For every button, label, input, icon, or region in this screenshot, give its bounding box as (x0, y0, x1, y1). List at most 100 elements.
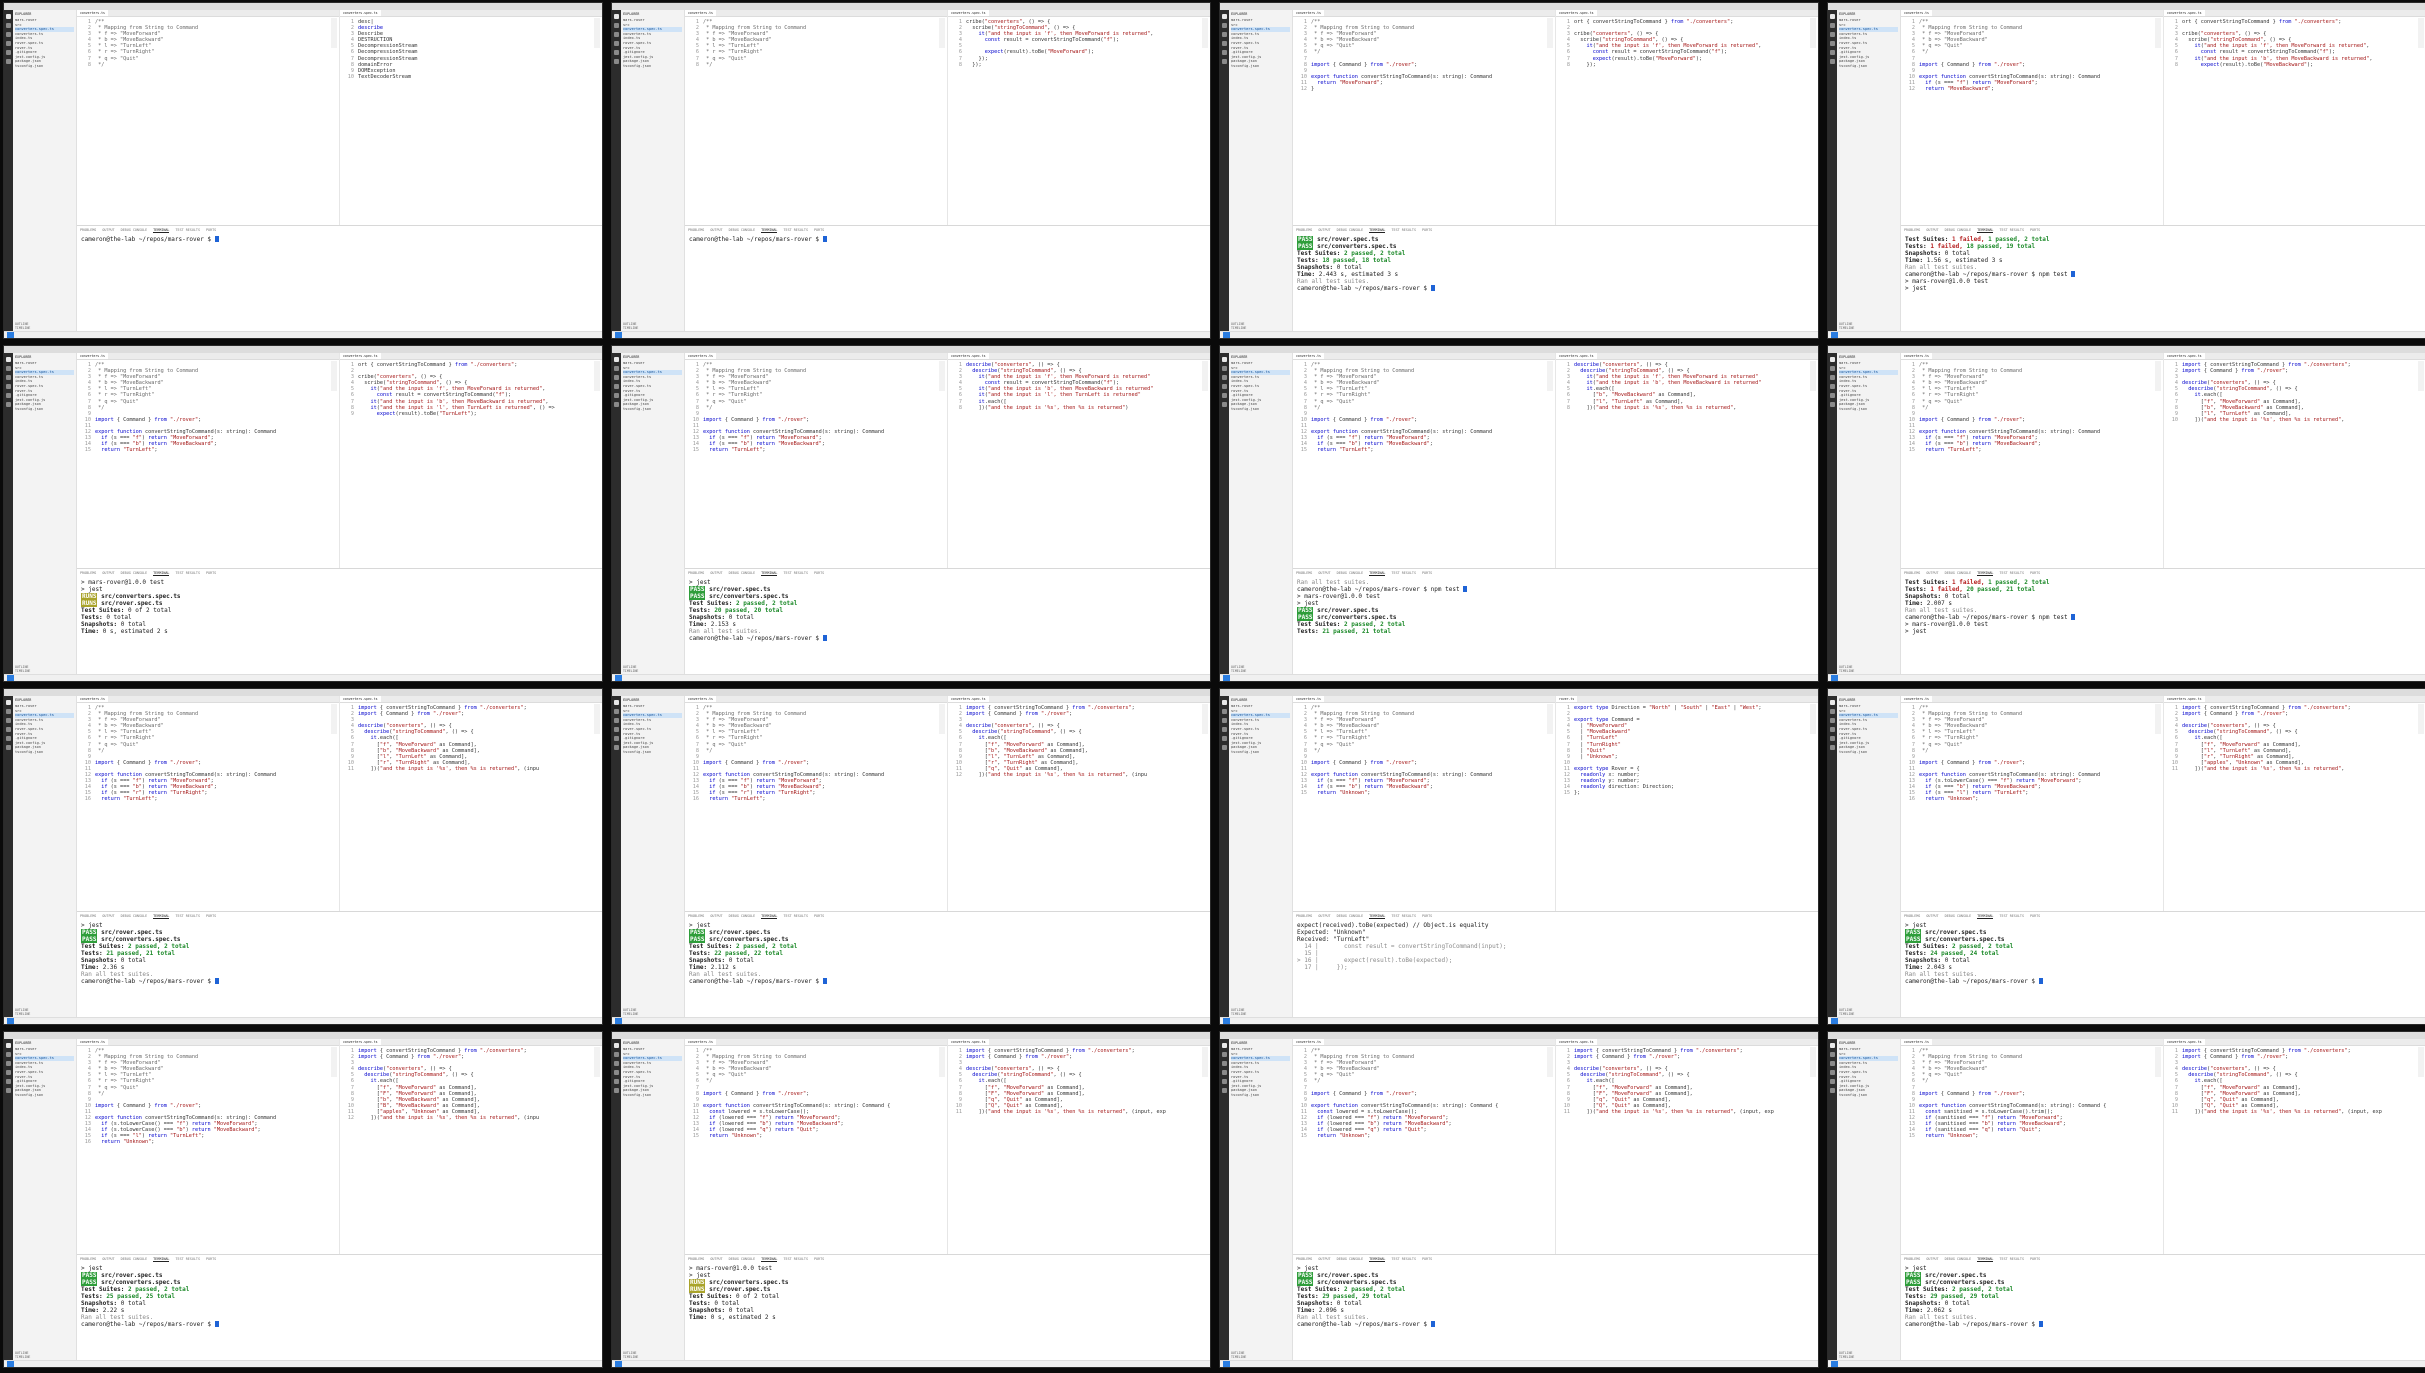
file-tree-item[interactable]: tsconfig.json (623, 64, 682, 69)
test-icon[interactable] (1222, 745, 1227, 750)
extensions-icon[interactable] (1830, 1079, 1835, 1084)
minimap[interactable] (331, 1047, 337, 1077)
minimap[interactable] (1810, 704, 1816, 734)
minimap[interactable] (939, 361, 945, 391)
panel-tab-output[interactable]: OUTPUT (710, 1257, 722, 1261)
panel-tab-ports[interactable]: PORTS (814, 1257, 824, 1261)
source-control-icon[interactable] (1830, 375, 1835, 380)
search-icon[interactable] (1222, 709, 1227, 714)
panel-tab-terminal[interactable]: TERMINAL (153, 228, 170, 233)
extensions-icon[interactable] (614, 393, 619, 398)
minimap[interactable] (1547, 361, 1553, 391)
file-tree-item[interactable]: tsconfig.json (1839, 750, 1898, 755)
extensions-icon[interactable] (1830, 736, 1835, 741)
panel-tab-output[interactable]: OUTPUT (1318, 228, 1330, 232)
files-icon[interactable] (614, 1043, 619, 1048)
remote-indicator[interactable] (1831, 1018, 1838, 1024)
file-tree-item[interactable]: tsconfig.json (1231, 1093, 1290, 1098)
remote-indicator[interactable] (7, 332, 14, 338)
panel-tab-debug-console[interactable]: DEBUG CONSOLE (1945, 914, 1972, 918)
test-icon[interactable] (1222, 1088, 1227, 1093)
panel-tab-ports[interactable]: PORTS (1422, 914, 1432, 918)
test-icon[interactable] (6, 745, 11, 750)
file-tree-item[interactable]: tsconfig.json (15, 1093, 74, 1098)
panel-tab-problems[interactable]: PROBLEMS (1296, 1257, 1312, 1261)
editor-tab[interactable]: converters.ts (1901, 353, 1932, 359)
minimap[interactable] (594, 361, 600, 391)
source-control-icon[interactable] (6, 1061, 11, 1066)
panel-tab-debug-console[interactable]: DEBUG CONSOLE (1337, 1257, 1364, 1261)
panel-tab-debug-console[interactable]: DEBUG CONSOLE (121, 1257, 148, 1261)
panel-tab-debug-console[interactable]: DEBUG CONSOLE (1945, 1257, 1972, 1261)
panel-tab-terminal[interactable]: TERMINAL (761, 1257, 778, 1262)
panel-tab-problems[interactable]: PROBLEMS (1296, 571, 1312, 575)
panel-tab-ports[interactable]: PORTS (2030, 571, 2040, 575)
panel-tab-test-results[interactable]: TEST RESULTS (1999, 1257, 2024, 1261)
file-tree-item[interactable]: tsconfig.json (623, 407, 682, 412)
file-tree-item[interactable]: tsconfig.json (623, 750, 682, 755)
panel-tab-ports[interactable]: PORTS (2030, 228, 2040, 232)
extensions-icon[interactable] (1222, 1079, 1227, 1084)
remote-indicator[interactable] (7, 1018, 14, 1024)
file-tree-item[interactable]: tsconfig.json (1839, 64, 1898, 69)
panel-tab-output[interactable]: OUTPUT (1318, 571, 1330, 575)
panel-tab-terminal[interactable]: TERMINAL (1977, 228, 1994, 233)
panel-tab-output[interactable]: OUTPUT (102, 1257, 114, 1261)
extensions-icon[interactable] (6, 1079, 11, 1084)
panel-tab-test-results[interactable]: TEST RESULTS (175, 1257, 200, 1261)
sidebar-section-timeline[interactable]: TIMELINE (1839, 669, 1854, 673)
search-icon[interactable] (6, 23, 11, 28)
panel-tab-debug-console[interactable]: DEBUG CONSOLE (729, 914, 756, 918)
panel-tab-terminal[interactable]: TERMINAL (1369, 228, 1386, 233)
search-icon[interactable] (614, 1052, 619, 1057)
panel-tab-debug-console[interactable]: DEBUG CONSOLE (1945, 571, 1972, 575)
editor-tab[interactable]: converters.spec.ts (1556, 353, 1597, 359)
terminal-output[interactable]: > jest PASS src/rover.spec.ts PASS src/con… (77, 920, 602, 985)
run-icon[interactable] (614, 727, 619, 732)
panel-tab-terminal[interactable]: TERMINAL (1369, 914, 1386, 919)
file-tree-item[interactable]: tsconfig.json (15, 750, 74, 755)
extensions-icon[interactable] (6, 736, 11, 741)
panel-tab-output[interactable]: OUTPUT (102, 914, 114, 918)
run-icon[interactable] (6, 727, 11, 732)
search-icon[interactable] (1830, 1052, 1835, 1057)
panel-tab-problems[interactable]: PROBLEMS (1904, 914, 1920, 918)
remote-indicator[interactable] (1831, 1361, 1838, 1367)
sidebar-section-timeline[interactable]: TIMELINE (623, 669, 638, 673)
editor-tab[interactable]: converters.ts (77, 353, 108, 359)
terminal-output[interactable]: > jest PASS src/rover.spec.ts PASS src/con… (1293, 1263, 1818, 1328)
run-icon[interactable] (1830, 384, 1835, 389)
terminal-output[interactable]: expect(received).toBe(expected) // Objec… (1293, 920, 1818, 971)
panel-tab-ports[interactable]: PORTS (206, 1257, 216, 1261)
remote-indicator[interactable] (1223, 675, 1230, 681)
panel-tab-ports[interactable]: PORTS (2030, 914, 2040, 918)
minimap[interactable] (2155, 1047, 2161, 1077)
files-icon[interactable] (1222, 357, 1227, 362)
extensions-icon[interactable] (614, 1079, 619, 1084)
files-icon[interactable] (6, 1043, 11, 1048)
file-tree-item[interactable]: tsconfig.json (623, 1093, 682, 1098)
editor-tab[interactable]: converters.spec.ts (948, 1039, 989, 1045)
search-icon[interactable] (1830, 709, 1835, 714)
file-tree-item[interactable]: tsconfig.json (1231, 407, 1290, 412)
panel-tab-output[interactable]: OUTPUT (710, 914, 722, 918)
editor-tab[interactable]: converters.spec.ts (340, 696, 381, 702)
search-icon[interactable] (1830, 366, 1835, 371)
panel-tab-problems[interactable]: PROBLEMS (1296, 914, 1312, 918)
minimap[interactable] (2155, 18, 2161, 48)
search-icon[interactable] (1222, 23, 1227, 28)
test-icon[interactable] (6, 402, 11, 407)
remote-indicator[interactable] (7, 1361, 14, 1367)
test-icon[interactable] (1830, 1088, 1835, 1093)
source-control-icon[interactable] (6, 375, 11, 380)
panel-tab-terminal[interactable]: TERMINAL (153, 571, 170, 576)
test-icon[interactable] (614, 1088, 619, 1093)
file-tree-item[interactable]: tsconfig.json (1231, 64, 1290, 69)
sidebar-section-timeline[interactable]: TIMELINE (623, 1355, 638, 1359)
panel-tab-problems[interactable]: PROBLEMS (688, 571, 704, 575)
test-icon[interactable] (614, 59, 619, 64)
panel-tab-output[interactable]: OUTPUT (1318, 914, 1330, 918)
panel-tab-debug-console[interactable]: DEBUG CONSOLE (1337, 228, 1364, 232)
minimap[interactable] (2418, 1047, 2424, 1077)
file-tree-item[interactable]: tsconfig.json (1839, 1093, 1898, 1098)
